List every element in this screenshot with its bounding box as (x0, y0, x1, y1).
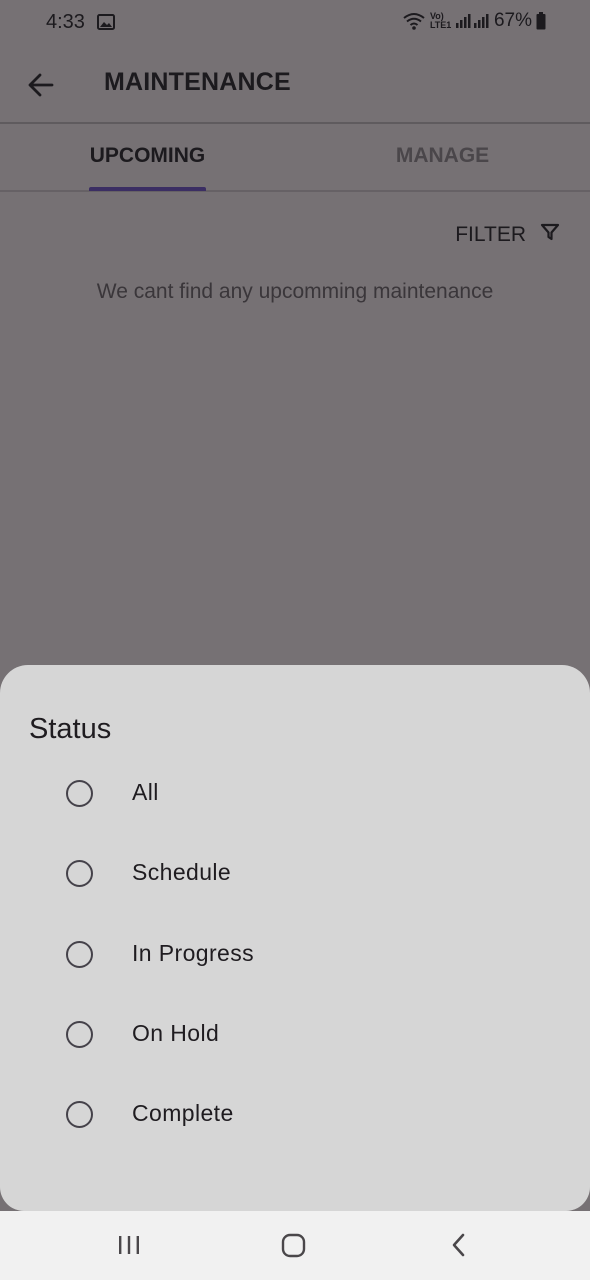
funnel-icon (540, 222, 560, 248)
page-title: MAINTENANCE (104, 68, 291, 96)
option-label: On Hold (132, 1020, 220, 1046)
sheet-title: Status (29, 713, 112, 745)
option-label: All (132, 779, 159, 805)
status-option-schedule[interactable]: Schedule (66, 853, 231, 893)
status-right-group: Vo) LTE1 67% (402, 10, 546, 32)
option-label: Complete (132, 1100, 234, 1126)
status-bar: 4:33 Vo) LTE1 67% (0, 0, 590, 46)
battery-icon (536, 12, 546, 30)
status-option-all[interactable]: All (66, 773, 158, 813)
radio-button[interactable] (66, 859, 93, 887)
status-option-complete[interactable]: Complete (66, 1094, 233, 1134)
battery-percent: 67% (493, 10, 532, 31)
status-time: 4:33 (46, 11, 85, 33)
radio-button[interactable] (66, 1100, 93, 1128)
tab-bar: UPCOMING MANAGE (0, 126, 590, 192)
back-icon[interactable] (446, 1231, 474, 1264)
filter-button[interactable]: FILTER (455, 222, 560, 248)
app-bar: MAINTENANCE (0, 46, 590, 124)
tab-upcoming[interactable]: UPCOMING (0, 144, 295, 168)
filter-label: FILTER (455, 223, 526, 246)
option-label: In Progress (132, 940, 255, 966)
radio-button[interactable] (66, 1020, 93, 1048)
radio-button[interactable] (66, 779, 93, 807)
wifi-icon (402, 11, 426, 31)
network-type-label: Vo) LTE1 (429, 11, 452, 30)
tab-manage[interactable]: MANAGE (295, 144, 590, 168)
image-icon (97, 14, 115, 35)
arrow-left-icon[interactable] (24, 68, 58, 102)
status-option-in-progress[interactable]: In Progress (66, 934, 254, 974)
recents-icon[interactable] (116, 1231, 142, 1264)
status-filter-sheet: Status All Schedule In Progress On Hold … (0, 665, 590, 1211)
option-label: Schedule (132, 859, 232, 885)
home-icon[interactable] (280, 1231, 308, 1264)
radio-button[interactable] (66, 940, 93, 968)
tab-indicator (89, 187, 206, 191)
system-nav-bar (0, 1211, 590, 1280)
signal-icon (454, 12, 490, 30)
empty-state-message: We cant find any upcomming maintenance (96, 280, 494, 303)
status-option-on-hold[interactable]: On Hold (66, 1014, 219, 1054)
